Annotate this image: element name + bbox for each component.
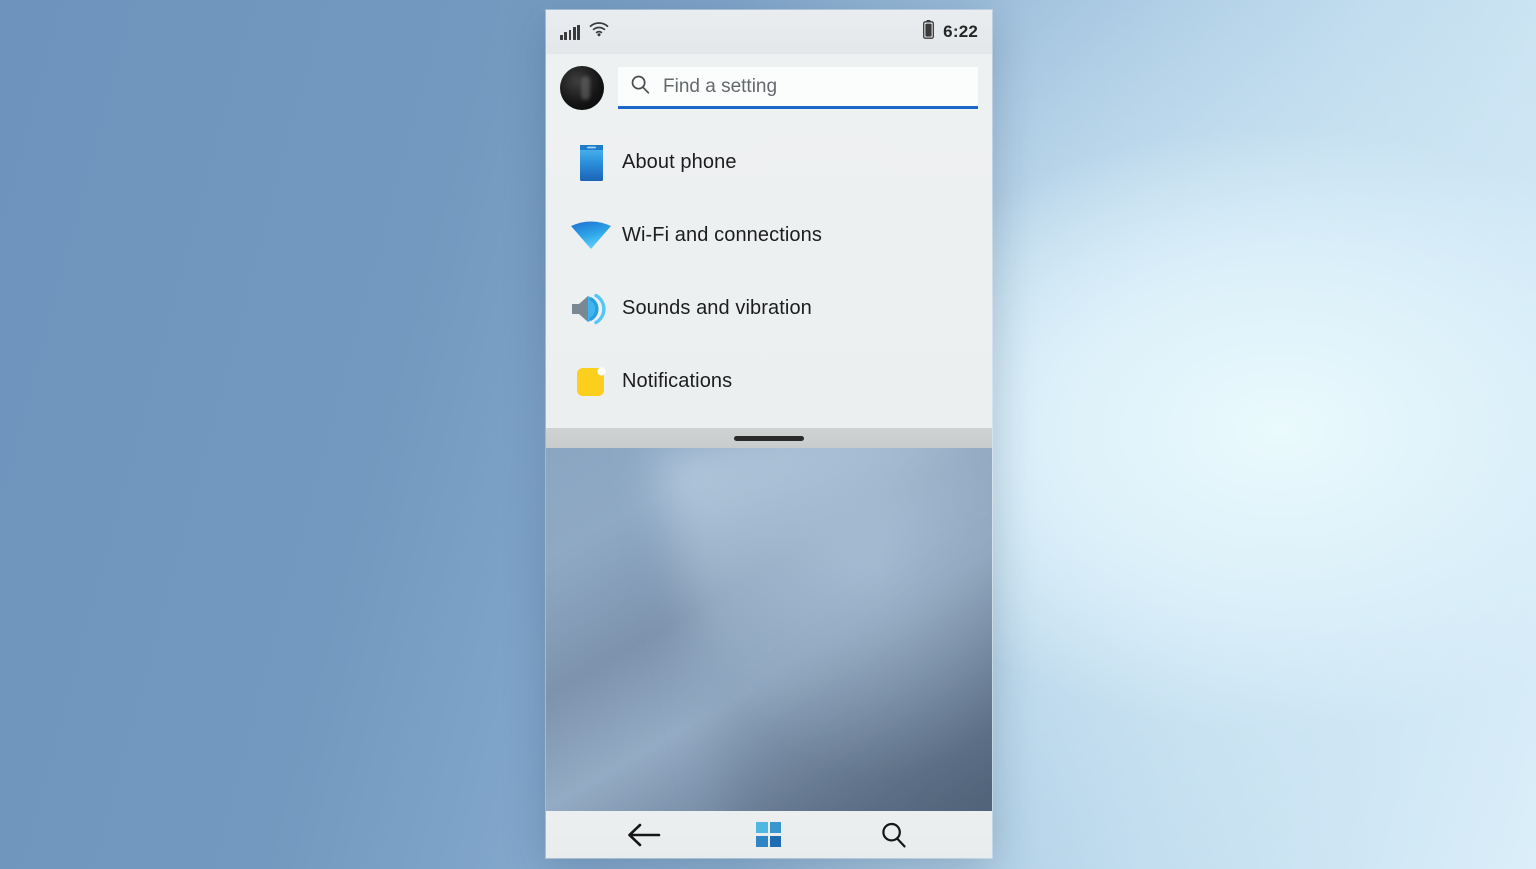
search-icon (630, 74, 651, 100)
settings-item-label: Wi-Fi and connections (622, 224, 822, 246)
settings-item-list: About phone Wi-Fi and connections Sounds… (546, 126, 992, 418)
phone-device-frame: 6:22 Find a setting About phone Wi-Fi an… (546, 10, 992, 858)
settings-item-label: Sounds and vibration (622, 297, 812, 319)
back-arrow-icon[interactable] (616, 815, 672, 855)
wifi-icon (589, 22, 609, 42)
wifi-icon (560, 221, 622, 251)
navigation-bar (546, 811, 992, 858)
settings-item-label: Notifications (622, 370, 733, 392)
settings-item-about-phone[interactable]: About phone (546, 126, 992, 199)
search-input[interactable] (663, 75, 966, 98)
cellular-signal-icon (560, 24, 580, 40)
speaker-icon (560, 293, 622, 325)
user-avatar[interactable] (560, 66, 604, 110)
settings-pane: About phone Wi-Fi and connections (546, 54, 992, 428)
settings-search-box[interactable] (618, 67, 978, 109)
split-drag-handle-strip[interactable] (546, 428, 992, 448)
settings-item-sounds-vibration[interactable]: Sounds and vibration (546, 272, 992, 345)
drag-handle[interactable] (734, 435, 804, 441)
search-icon[interactable] (866, 815, 922, 855)
settings-item-label: About phone (622, 151, 737, 173)
windows-start-icon[interactable] (741, 815, 797, 855)
settings-search-row (546, 54, 992, 110)
status-clock: 6:22 (943, 22, 978, 41)
notification-bell-icon (560, 365, 622, 399)
settings-item-wifi-connections[interactable]: Wi-Fi and connections (546, 199, 992, 272)
recents-multitask-area: & clock ✕ + 00AM hours, 38 minutes u Su … (546, 448, 992, 811)
battery-icon (923, 20, 935, 44)
phone-icon (560, 144, 622, 182)
status-bar: 6:22 (546, 10, 992, 54)
settings-item-notifications[interactable]: Notifications (546, 345, 992, 418)
